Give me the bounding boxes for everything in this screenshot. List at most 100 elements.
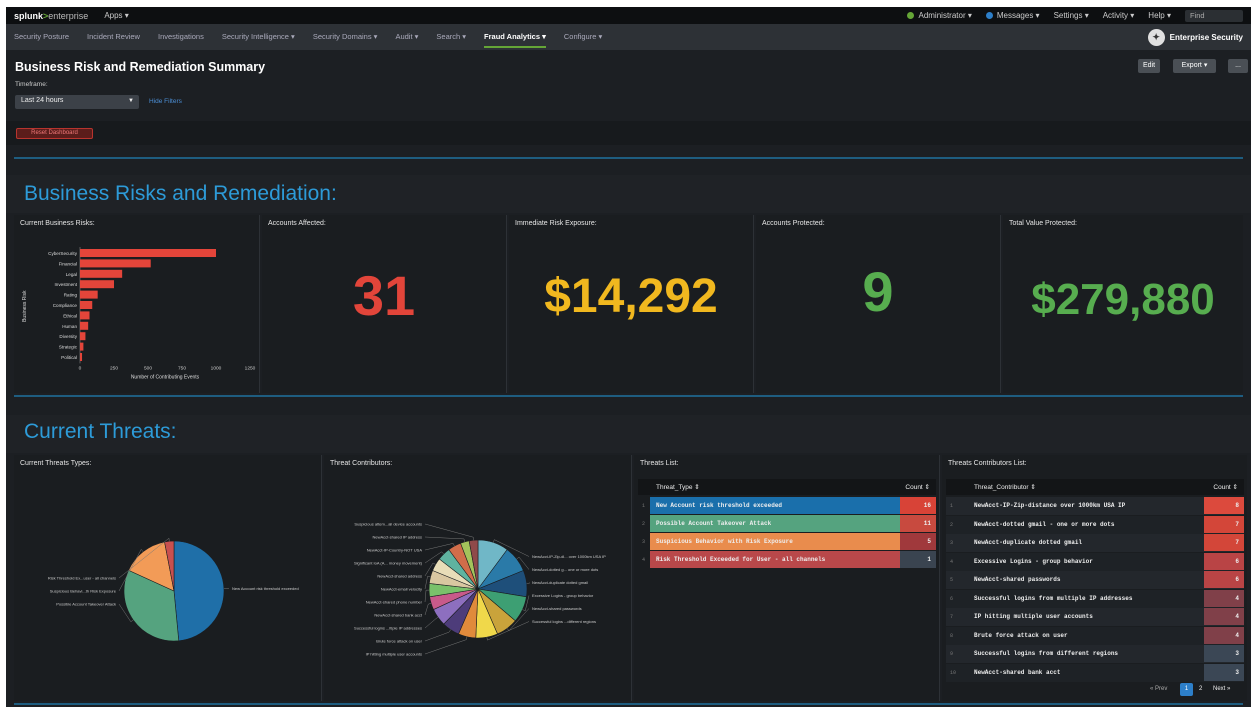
slice-label: NewAcct-shared bank acct [374,613,422,618]
threat-contributor-cell: NewAcct-duplicate dotted gmail [974,539,1083,546]
col-count[interactable]: Count ⇕ [1213,483,1238,491]
messages-menu[interactable]: Messages ▾ [985,11,1040,20]
nav-incident-review[interactable]: Incident Review [87,24,140,50]
nav-configure[interactable]: Configure ▾ [564,24,602,50]
category-label: Ethical [63,313,77,318]
threat-contributor-cell: NewAcct-shared bank acct [974,668,1061,676]
more-button[interactable]: ... [1228,59,1248,73]
slice-label: Brute force attack on user [376,639,422,644]
activity-menu[interactable]: Activity ▾ [1103,11,1135,20]
category-label: Strategic [59,345,78,350]
row-index: 1 [642,503,646,509]
logo-text: splunk [14,10,44,21]
apps-menu[interactable]: Apps ▾ [104,11,128,20]
col-threat-type[interactable]: Threat_Type ⇕ [656,483,700,491]
business-risks-bar-chart: CyberSecurity Financial Legal Investment Rat… [22,247,256,380]
nav-search[interactable]: Search ▾ [436,24,466,50]
messages-label: Messages ▾ [996,11,1040,20]
category-label: Financial [59,261,77,266]
x-tick-label: 0 [79,365,82,371]
leader-line [424,536,466,542]
pager-next[interactable]: Next » [1213,686,1230,692]
app-name-label: Enterprise Security [1169,32,1243,42]
pager-page-2[interactable]: 2 [1199,686,1202,692]
threats-list-panel: Threats List: Threat_Type ⇕ Count ⇕ 1 New… [634,455,940,701]
category-label: Compliance [53,303,78,308]
x-tick-label: 1250 [245,365,256,371]
table-row[interactable]: 3 NewAcct-duplicate dotted gmail 7 [946,534,1244,552]
section-header-band [6,415,1251,453]
table-row[interactable]: 2 NewAcct-dotted gmail - one or more dots… [946,515,1244,534]
chevron-down-icon: ▼ [128,98,134,104]
col-threat-contributor[interactable]: Threat_Contributor ⇕ [974,483,1036,491]
pager-page-1[interactable]: 1 [1180,683,1193,696]
threat-contributor-cell: Excessive Logins - group behavior [974,557,1093,565]
bar [80,321,89,330]
nav-fraud-analytics[interactable]: Fraud Analytics ▾ [484,24,546,50]
bar [80,259,151,268]
table-row[interactable]: 4 Risk Threshold Exceeded for User - all … [638,551,936,569]
risk-exposure-panel: Immediate Risk Exposure: $14,292 [509,215,754,393]
table-header: Threat_Type ⇕ Count ⇕ [638,479,936,495]
row-index: 3 [642,539,646,545]
table-row[interactable]: 1 NewAcct-IP-Zip-distance over 1000km USA… [946,497,1244,515]
app-name: ✦ Enterprise Security [1147,28,1243,46]
count-cell: 8 [1204,497,1244,514]
table-row[interactable]: 6 Successful logins from multiple IP addr… [946,589,1244,608]
reset-dashboard-button[interactable]: Reset Dashboard [16,128,93,139]
pager-prev[interactable]: « Prev [1150,686,1167,692]
table-row[interactable]: 3 Suspicious Behavior with Risk Exposure 5 [638,533,936,551]
panel-title: Total Value Protected: [1009,220,1077,227]
table-header: Threat_Contributor ⇕ Count ⇕ [946,479,1244,495]
col-count[interactable]: Count ⇕ [905,483,930,491]
threat-type-cell: Risk Threshold Exceeded for User - all c… [656,556,826,563]
category-label: Rating [64,293,78,298]
nav-security-domains[interactable]: Security Domains ▾ [313,24,378,50]
threat-contributor-cell: Successful logins from different regions [974,650,1119,657]
slice-label: NewAcct-IP-Zip-dl... over 1000km USA IP [532,554,606,559]
table-row[interactable]: 4 Excessive Logins - group behavior 6 [946,552,1244,571]
nav-investigations[interactable]: Investigations [158,24,204,50]
bar [80,332,86,341]
contributors-table: Threat_Contributor ⇕ Count ⇕ 1 NewAcct-IP… [946,479,1244,682]
hide-filters-link[interactable]: Hide Filters [149,98,182,105]
settings-menu[interactable]: Settings ▾ [1054,11,1089,20]
threat-type-cell: Possible Account Takeover Attack [656,520,772,527]
dashboard-title: Business Risk and Remediation Summary [15,60,266,74]
slice-label: Suspicious attem...all device accounts [354,522,422,527]
table-row[interactable]: 8 Brute force attack on user 4 [946,626,1244,645]
table-row[interactable]: 1 New Account risk threshold exceeded 16 [638,497,936,515]
bar [80,353,83,361]
edit-button[interactable]: Edit [1138,59,1160,73]
help-menu[interactable]: Help ▾ [1148,11,1171,20]
nav-security-posture[interactable]: Security Posture [14,24,69,50]
timeframe-select[interactable]: Last 24 hours ▼ [15,95,139,109]
leader-line [424,636,468,655]
threat-types-panel: Current Threats Types: New Account risk … [14,455,322,701]
table-row[interactable]: 2 Possible Account Takeover Attack 11 [638,515,936,533]
find-input[interactable]: Find [1185,9,1243,22]
nav-audit[interactable]: Audit ▾ [395,24,418,50]
app-nav-bar: Security Posture Incident Review Investi… [6,24,1251,50]
leader-line [424,589,430,603]
table-row[interactable]: 5 NewAcct-shared passwords 6 [946,571,1244,589]
slice-label: New Account risk threshold exceeded [232,586,299,591]
leader-line [424,617,439,629]
threat-contributor-cell: NewAcct-dotted gmail - one or more dots [974,520,1115,528]
section-title-threats: Current Threats: [24,420,177,443]
slice-label: NewAcct-email velocity [381,587,422,592]
table-row[interactable]: 10 NewAcct-shared bank acct 3 [946,663,1244,682]
threat-contributors-list-panel: Threats Contributors List: Threat_Contri… [942,455,1247,701]
panel-title: Threats List: [640,460,679,467]
export-button[interactable]: Export ▾ [1173,59,1216,73]
administrator-menu[interactable]: Administrator ▾ [907,11,972,20]
nav-security-intelligence[interactable]: Security Intelligence ▾ [222,24,295,50]
table-row[interactable]: 9 Successful logins from different region… [946,645,1244,663]
y-axis-label: Business Risk [22,290,28,322]
splunk-logo[interactable]: splunk>enterprise [14,11,88,21]
bar [80,311,90,320]
slice-label: NewAcct-duplicate dotted gmail [532,580,588,585]
accounts-affected-panel: Accounts Affected: 31 [262,215,507,393]
table-row[interactable]: 7 IP hitting multiple user accounts 4 [946,608,1244,626]
row-index: 8 [950,632,954,639]
